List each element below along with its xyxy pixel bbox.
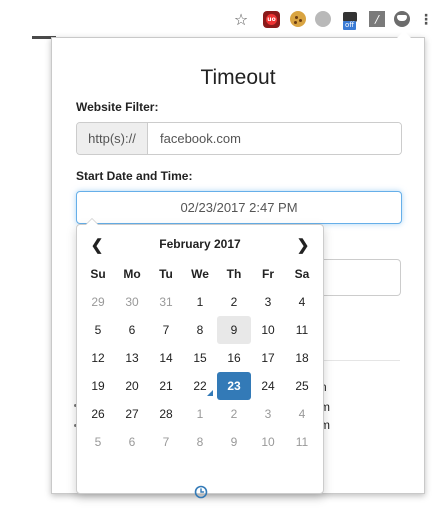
website-filter-label: Website Filter: xyxy=(76,100,159,114)
day-cell[interactable]: 5 xyxy=(81,428,115,456)
start-date-label: Start Date and Time: xyxy=(76,169,193,183)
week-row: 5 6 7 8 9 10 11 xyxy=(81,428,319,456)
cookie-icon[interactable] xyxy=(290,11,306,27)
day-cell[interactable]: 11 xyxy=(285,316,319,344)
week-row: 5 6 7 8 9 10 11 xyxy=(81,316,319,344)
week-row: 26 27 28 1 2 3 4 xyxy=(81,400,319,428)
day-cell[interactable]: 20 xyxy=(115,372,149,400)
calendar-grid: Su Mo Tu We Th Fr Sa 29 30 31 1 2 3 4 5 … xyxy=(81,260,319,456)
day-cell[interactable]: 4 xyxy=(285,288,319,316)
day-cell[interactable]: 2 xyxy=(217,400,251,428)
browser-toolbar: ☆ uo off / ⋮ xyxy=(0,0,448,39)
clock-icon[interactable] xyxy=(194,485,208,499)
day-cell[interactable]: 17 xyxy=(251,344,285,372)
day-cell[interactable]: 7 xyxy=(149,316,183,344)
day-cell[interactable]: 15 xyxy=(183,344,217,372)
clock-icon-graphic xyxy=(194,485,208,499)
day-cell[interactable]: 30 xyxy=(115,288,149,316)
day-cell[interactable]: 16 xyxy=(217,344,251,372)
day-cell-today[interactable]: 22 xyxy=(183,372,217,400)
day-cell[interactable]: 7 xyxy=(149,428,183,456)
day-cell[interactable]: 26 xyxy=(81,400,115,428)
day-cell[interactable]: 5 xyxy=(81,316,115,344)
website-filter-group: http(s):// xyxy=(76,122,402,155)
next-month-button[interactable]: ❯ xyxy=(291,233,315,257)
weekday-label: Su xyxy=(90,267,106,281)
day-cell[interactable]: 19 xyxy=(81,372,115,400)
date-picker-header: ❮ February 2017 ❯ xyxy=(77,233,323,257)
day-cell[interactable]: 8 xyxy=(183,428,217,456)
day-cell[interactable]: 18 xyxy=(285,344,319,372)
day-cell[interactable]: 27 xyxy=(115,400,149,428)
day-cell[interactable]: 3 xyxy=(251,288,285,316)
off-badge: off xyxy=(343,21,357,30)
weekday-label: Fr xyxy=(262,267,274,281)
day-cell[interactable]: 13 xyxy=(115,344,149,372)
script-extension-icon[interactable]: / xyxy=(369,11,385,27)
week-row: 29 30 31 1 2 3 4 xyxy=(81,288,319,316)
day-cell-highlighted[interactable]: 9 xyxy=(217,316,251,344)
day-cell[interactable]: 3 xyxy=(251,400,285,428)
day-cell-selected[interactable]: 23 xyxy=(217,372,251,400)
star-icon[interactable]: ☆ xyxy=(232,10,250,29)
day-cell[interactable]: 4 xyxy=(285,400,319,428)
day-cell[interactable]: 10 xyxy=(251,428,285,456)
mail-extension-icon[interactable]: off xyxy=(341,11,361,30)
grey-extension-icon[interactable] xyxy=(315,11,331,27)
date-picker-dropdown: ❮ February 2017 ❯ Su Mo Tu We Th Fr Sa 2… xyxy=(76,218,324,499)
day-cell[interactable]: 6 xyxy=(115,316,149,344)
start-date-input[interactable] xyxy=(76,191,402,224)
day-cell[interactable]: 6 xyxy=(115,428,149,456)
day-cell[interactable]: 14 xyxy=(149,344,183,372)
weekday-label: We xyxy=(191,267,209,281)
week-row: 12 13 14 15 16 17 18 xyxy=(81,344,319,372)
weekday-label: Tu xyxy=(159,267,173,281)
day-cell[interactable]: 21 xyxy=(149,372,183,400)
weekday-label: Th xyxy=(226,267,242,281)
prev-month-button[interactable]: ❮ xyxy=(85,233,109,257)
timeout-popup: Timeout Website Filter: http(s):// Start… xyxy=(51,37,425,499)
week-row: 19 20 21 22 23 24 25 xyxy=(81,372,319,400)
popup-title: Timeout xyxy=(200,66,276,89)
day-cell[interactable]: 2 xyxy=(217,288,251,316)
day-cell[interactable]: 29 xyxy=(81,288,115,316)
month-switch[interactable]: February 2017 xyxy=(117,237,283,251)
kebab-menu-icon[interactable]: ⋮ xyxy=(419,11,433,29)
day-cell[interactable]: 11 xyxy=(285,428,319,456)
website-filter-input[interactable] xyxy=(148,123,401,154)
day-cell[interactable]: 8 xyxy=(183,316,217,344)
day-cell[interactable]: 1 xyxy=(183,288,217,316)
weekday-row: Su Mo Tu We Th Fr Sa xyxy=(81,260,319,288)
weekday-label: Sa xyxy=(294,267,310,281)
day-cell[interactable]: 24 xyxy=(251,372,285,400)
day-cell[interactable]: 9 xyxy=(217,428,251,456)
ublock-icon[interactable]: uo xyxy=(263,11,280,28)
protocol-addon: http(s):// xyxy=(77,123,148,154)
ublock-badge: uo xyxy=(266,14,277,25)
timeout-extension-icon[interactable] xyxy=(394,11,410,27)
day-cell[interactable]: 31 xyxy=(149,288,183,316)
day-cell[interactable]: 28 xyxy=(149,400,183,428)
day-cell[interactable]: 25 xyxy=(285,372,319,400)
weekday-label: Mo xyxy=(123,267,141,281)
day-cell[interactable]: 10 xyxy=(251,316,285,344)
day-cell[interactable]: 12 xyxy=(81,344,115,372)
popup-pointer xyxy=(396,31,412,39)
day-cell[interactable]: 1 xyxy=(183,400,217,428)
